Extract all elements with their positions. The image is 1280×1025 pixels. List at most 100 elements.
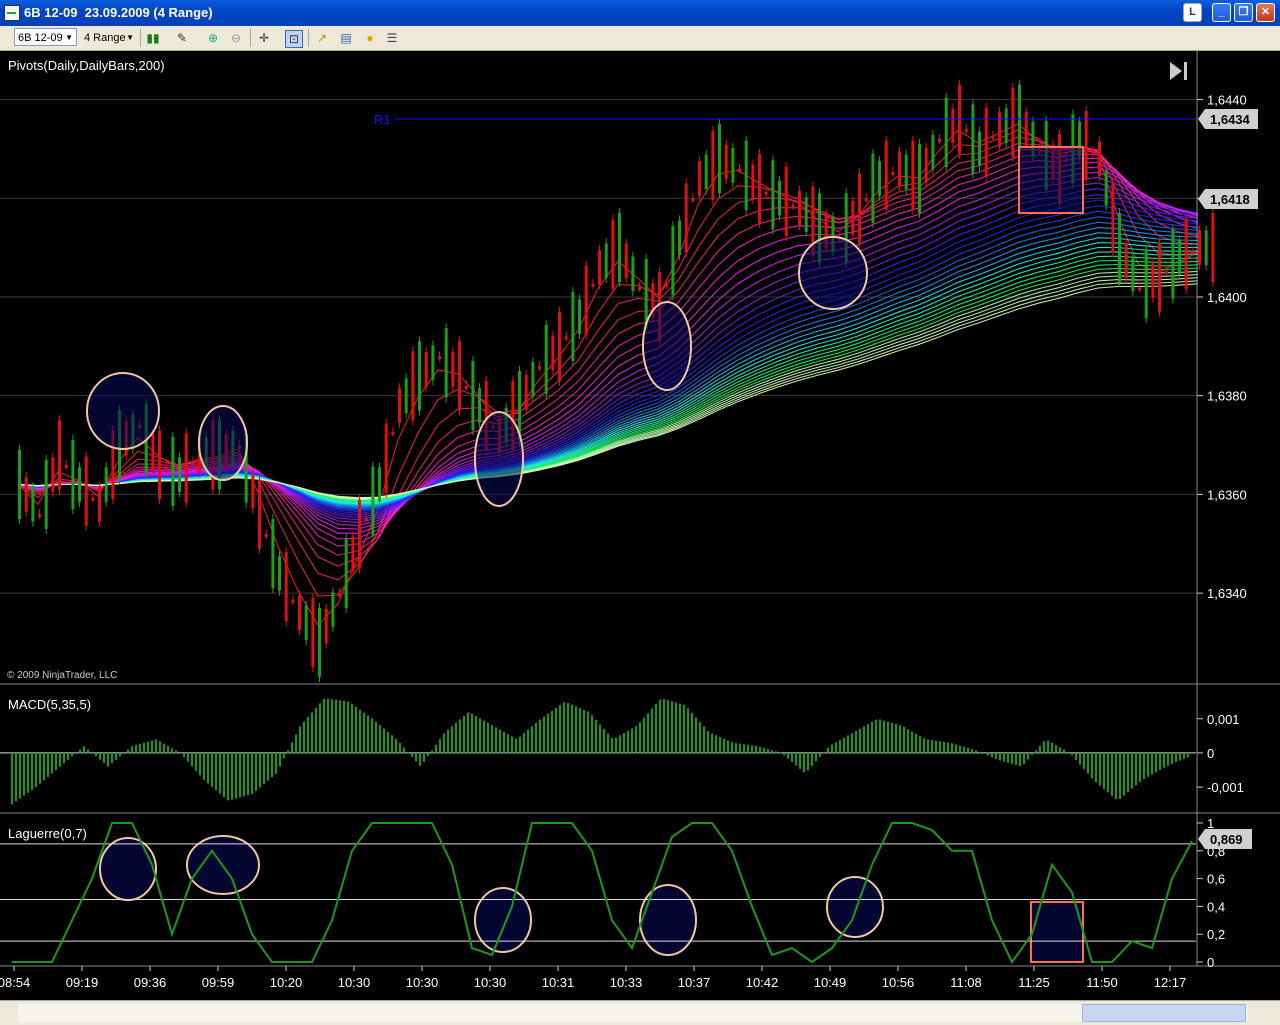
candle-body <box>451 352 455 387</box>
copyright-text: © 2009 NinjaTrader, LLC <box>7 670 117 681</box>
candle-body <box>404 378 408 413</box>
time-axis-label: 10:31 <box>542 975 575 990</box>
candle-body <box>84 456 88 526</box>
candle-body <box>1184 219 1188 289</box>
candle-body <box>604 243 608 279</box>
macd-indicator-label: MACD(5,35,5) <box>8 697 91 712</box>
candle-body <box>364 517 368 521</box>
data-box-icon[interactable]: ⊡ <box>285 30 303 48</box>
price-axis-label: 1,6400 <box>1207 290 1247 305</box>
candle-body <box>624 243 628 279</box>
zoom-out-icon[interactable]: ⊖ <box>228 30 244 46</box>
candle-body <box>891 171 895 175</box>
candle-body <box>1164 270 1168 274</box>
candle-body <box>1144 249 1148 319</box>
properties-icon[interactable]: ☰ <box>384 30 400 46</box>
candle-body <box>851 200 855 236</box>
candle-body <box>438 356 441 360</box>
candle-body <box>538 366 541 370</box>
candle-body <box>1004 108 1008 144</box>
highlight-circle <box>474 887 532 953</box>
candle-body <box>464 385 468 389</box>
indicators-icon[interactable]: ▤ <box>338 30 354 46</box>
pencil-icon[interactable]: ✎ <box>174 30 190 46</box>
highlight-circle <box>198 405 248 481</box>
candle-body <box>924 148 928 183</box>
candle-body <box>184 433 188 503</box>
candle-body <box>471 361 475 431</box>
last-price-badge: 1,6418 <box>1198 189 1258 209</box>
minimize-button[interactable]: _ <box>1212 3 1231 22</box>
time-axis-label: 10:37 <box>678 975 711 990</box>
scrollbar-track[interactable] <box>18 1004 1248 1022</box>
time-axis-label: 10:56 <box>882 975 915 990</box>
crosshair-icon[interactable]: ✛ <box>256 30 272 46</box>
zoom-in-icon[interactable]: ⊕ <box>205 30 221 46</box>
highlight-circle <box>86 372 160 450</box>
candle-body <box>151 434 155 469</box>
time-axis-label: 10:42 <box>746 975 779 990</box>
candle-body <box>898 151 901 186</box>
candle-body <box>284 552 288 622</box>
candle-body <box>758 153 761 223</box>
candle-body <box>178 457 181 492</box>
candle-body <box>631 256 635 292</box>
candle-body <box>918 143 921 214</box>
time-axis-label: 10:30 <box>338 975 371 990</box>
money-icon[interactable]: ● <box>362 30 378 46</box>
time-axis-label: 10:33 <box>610 975 643 990</box>
candle-body <box>578 299 581 334</box>
candle-body <box>104 467 108 502</box>
r1-label: R1 <box>374 112 391 127</box>
candle-body <box>878 161 881 196</box>
close-button[interactable]: ✕ <box>1256 3 1275 22</box>
candle-body <box>711 130 715 200</box>
scrollbar-thumb[interactable] <box>1082 1004 1246 1022</box>
r1-value: 1,6434 <box>1210 112 1251 127</box>
strategy-icon[interactable]: ↗ <box>314 30 330 46</box>
time-axis-label: 10:49 <box>814 975 847 990</box>
link-button[interactable]: L <box>1183 3 1202 22</box>
highlight-circle <box>642 301 692 391</box>
highlight-box <box>1018 146 1084 214</box>
candle-body <box>738 168 741 172</box>
candle-body <box>558 311 561 381</box>
candle-body <box>971 104 975 174</box>
candle-body <box>938 138 941 142</box>
candle-body <box>804 197 808 232</box>
highlight-circle <box>798 236 868 310</box>
period-select[interactable]: 4 Range ▼ <box>80 28 138 46</box>
macd-axis-label: 0 <box>1207 746 1214 761</box>
candle-body <box>858 173 861 243</box>
candle-body <box>1198 230 1201 265</box>
chart-style-icon[interactable]: ▮▮ <box>145 30 161 46</box>
toolbar-divider <box>308 29 309 47</box>
candle-body <box>1178 240 1181 275</box>
laguerre-value: 0,869 <box>1210 832 1243 847</box>
candle-body <box>1191 250 1195 254</box>
candle-body <box>358 499 361 569</box>
candle-body <box>298 595 301 631</box>
candle-body <box>1104 171 1108 206</box>
candle-body <box>724 144 728 180</box>
r1-value-badge: 1,6434 <box>1198 109 1258 129</box>
candle-body <box>551 335 555 371</box>
candle-body <box>58 420 61 490</box>
instrument-select[interactable]: 6B 12-09 ▼ <box>14 28 77 46</box>
candle-body <box>384 423 388 493</box>
time-axis-label: 09:19 <box>66 975 99 990</box>
time-axis-label: 10:30 <box>406 975 439 990</box>
candle-body <box>884 140 888 210</box>
toolbar: 6B 12-09 ▼ 4 Range ▼ ▮▮ ✎ ⊕ ⊖ ✛ ⊡ ↗ ▤ ● ☰ <box>0 26 1280 51</box>
highlight-circle <box>474 411 524 507</box>
candle-body <box>964 129 968 133</box>
time-axis-label: 12:17 <box>1154 975 1187 990</box>
horizontal-scrollbar[interactable] <box>0 1000 1280 1025</box>
chart-area[interactable]: R1 Pivots(Daily,DailyBars,200) MACD(5,35… <box>0 51 1280 1000</box>
candle-body <box>424 352 428 387</box>
candle-body <box>678 220 681 255</box>
time-axis-label: 09:59 <box>202 975 235 990</box>
candle-body <box>944 97 948 167</box>
maximize-button[interactable]: ❐ <box>1234 3 1253 22</box>
candle-body <box>24 477 28 512</box>
